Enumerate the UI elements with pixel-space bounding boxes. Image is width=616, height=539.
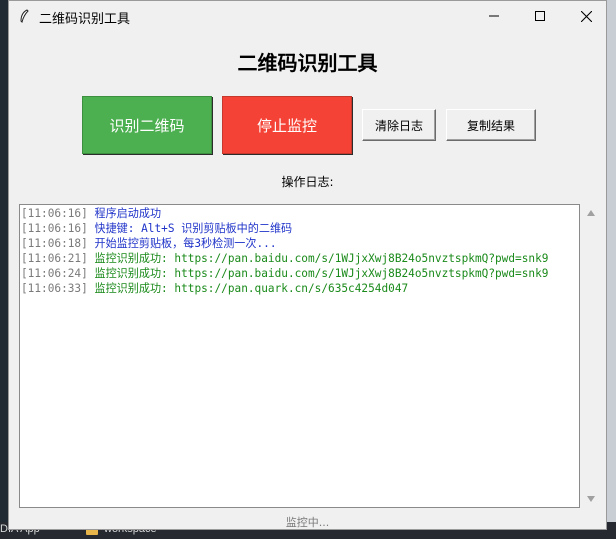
title-bar: 二维码识别工具 [9, 1, 606, 31]
log-message: 快捷键: Alt+S 识别剪贴板中的二维码 [94, 222, 293, 235]
log-message: 开始监控剪贴板，每3秒检测一次... [94, 237, 277, 250]
maximize-button[interactable] [517, 1, 563, 31]
close-icon [580, 10, 592, 22]
status-text: 监控中... [285, 516, 330, 529]
log-entry: [11:06:33] 监控识别成功: https://pan.quark.cn/… [21, 281, 579, 296]
feather-icon [20, 9, 29, 23]
log-textarea[interactable]: [11:06:16] 程序启动成功 [11:06:16] 快捷键: Alt+S 识… [19, 204, 580, 508]
scroll-down-arrow-icon[interactable] [587, 496, 595, 502]
log-timestamp: [11:06:18] [21, 237, 88, 250]
stop-monitor-button[interactable]: 停止监控 [222, 96, 352, 154]
window-title: 二维码识别工具 [39, 12, 131, 27]
scan-qr-button[interactable]: 识别二维码 [82, 96, 212, 154]
log-entry: [11:06:16] 程序启动成功 [21, 206, 579, 221]
clear-log-button[interactable]: 清除日志 [362, 109, 436, 141]
minimize-button[interactable] [471, 1, 517, 31]
log-timestamp: [11:06:16] [21, 207, 88, 220]
app-window: 二维码识别工具 二维码识别工具 识别二维码 停止监控 清除日志 复制结果 操作日… [8, 0, 607, 530]
log-timestamp: [11:06:16] [21, 222, 88, 235]
log-label: 操作日志: [281, 175, 334, 189]
log-message: 监控识别成功: https://pan.baidu.com/s/1WJjxXwj… [94, 252, 549, 265]
close-button[interactable] [563, 1, 609, 31]
log-entry: [11:06:24] 监控识别成功: https://pan.baidu.com… [21, 266, 579, 281]
log-entry: [11:06:21] 监控识别成功: https://pan.baidu.com… [21, 251, 579, 266]
log-message: 监控识别成功: https://pan.quark.cn/s/635c4254d… [94, 282, 409, 295]
log-message: 程序启动成功 [94, 207, 162, 220]
scroll-up-arrow-icon[interactable] [587, 210, 595, 216]
minimize-icon [489, 15, 499, 17]
log-timestamp: [11:06:21] [21, 252, 88, 265]
log-list: [11:06:16] 程序启动成功 [11:06:16] 快捷键: Alt+S 识… [20, 205, 579, 296]
log-scrollbar[interactable] [583, 204, 600, 508]
log-message: 监控识别成功: https://pan.baidu.com/s/1WJjxXwj… [94, 267, 549, 280]
maximize-icon [535, 11, 545, 21]
log-timestamp: [11:06:33] [21, 282, 88, 295]
log-timestamp: [11:06:24] [21, 267, 88, 280]
copy-result-button[interactable]: 复制结果 [446, 109, 536, 141]
log-entry: [11:06:16] 快捷键: Alt+S 识别剪贴板中的二维码 [21, 221, 579, 236]
page-title: 二维码识别工具 [237, 51, 378, 75]
log-entry: [11:06:18] 开始监控剪贴板，每3秒检测一次... [21, 236, 579, 251]
